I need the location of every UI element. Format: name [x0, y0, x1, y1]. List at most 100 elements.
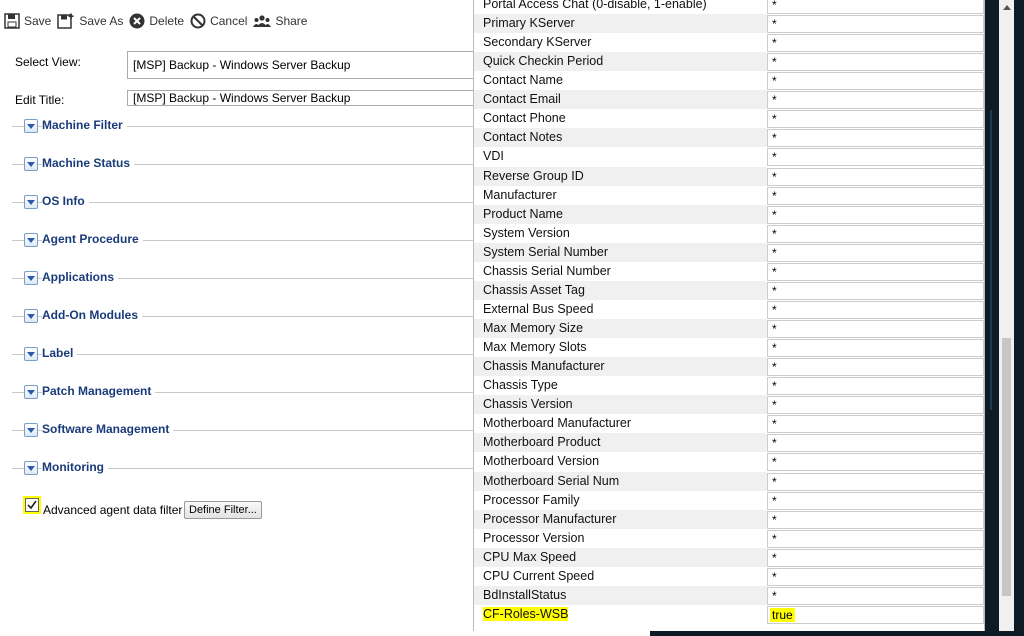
section-machine-filter[interactable]: Machine Filter	[12, 116, 474, 136]
property-value-input[interactable]: *	[767, 186, 984, 205]
property-value-input[interactable]: *	[767, 53, 984, 72]
chevron-down-icon[interactable]	[24, 233, 38, 247]
property-value-input[interactable]: *	[767, 34, 984, 53]
section-add-on-modules[interactable]: Add-On Modules	[12, 306, 474, 326]
section-patch-management[interactable]: Patch Management	[12, 382, 474, 402]
vertical-scrollbar[interactable]	[999, 0, 1014, 631]
property-value-input[interactable]: *	[767, 205, 984, 224]
property-key-text: Product Name	[483, 206, 563, 221]
chevron-down-icon[interactable]	[24, 385, 38, 399]
section-label[interactable]: Label	[12, 344, 474, 364]
property-value-input[interactable]: *	[767, 243, 984, 262]
property-row: External Bus Speed *	[474, 300, 984, 319]
property-key: Primary KServer	[474, 14, 767, 34]
property-value-input[interactable]: *	[767, 262, 984, 281]
property-value-input[interactable]: *	[767, 491, 984, 510]
property-value-text: *	[772, 322, 777, 337]
cancel-button[interactable]: Cancel	[190, 13, 247, 29]
section-os-info[interactable]: OS Info	[12, 192, 474, 212]
share-button[interactable]: Share	[253, 14, 307, 28]
delete-button[interactable]: Delete	[129, 13, 184, 29]
cancel-no-icon	[190, 13, 206, 29]
property-value-input[interactable]: *	[767, 358, 984, 377]
property-value-input[interactable]: *	[767, 567, 984, 586]
select-view-dropdown[interactable]: [MSP] Backup - Windows Server Backup	[127, 51, 474, 79]
section-agent-procedure[interactable]: Agent Procedure	[12, 230, 474, 250]
property-key: Motherboard Version	[474, 452, 767, 471]
property-value-text: true	[770, 607, 795, 622]
scrollbar-thumb[interactable]	[1002, 338, 1011, 596]
property-value-input[interactable]: *	[767, 529, 984, 548]
property-value-input[interactable]: *	[767, 548, 984, 567]
property-value-text: *	[772, 131, 777, 146]
advanced-filter-checkbox[interactable]	[25, 498, 39, 512]
property-row: Contact Notes *	[474, 128, 984, 148]
property-value-input[interactable]: *	[767, 453, 984, 472]
define-filter-button[interactable]: Define Filter...	[184, 501, 262, 519]
property-value-text: *	[772, 36, 777, 51]
property-value-input[interactable]: *	[767, 15, 984, 34]
save-as-button[interactable]: Save As	[57, 13, 123, 29]
property-row: Quick Checkin Period *	[474, 52, 984, 72]
section-applications[interactable]: Applications	[12, 268, 474, 288]
property-value-input[interactable]: *	[767, 300, 984, 319]
property-value-input[interactable]: true	[767, 605, 984, 624]
property-value-input[interactable]: *	[767, 148, 984, 167]
property-row: Primary KServer *	[474, 14, 984, 34]
property-value-text: *	[772, 379, 777, 394]
property-value-input[interactable]: *	[767, 320, 984, 339]
property-value-input[interactable]: *	[767, 129, 984, 148]
property-value-input[interactable]: *	[767, 586, 984, 605]
save-button[interactable]: Save	[4, 13, 51, 29]
section-divider	[12, 354, 474, 355]
property-value-input[interactable]: *	[767, 510, 984, 529]
property-row: Contact Name *	[474, 71, 984, 91]
chevron-down-icon[interactable]	[24, 309, 38, 323]
property-value-input[interactable]: *	[767, 377, 984, 396]
chevron-down-icon[interactable]	[24, 119, 38, 133]
property-value-text: *	[772, 264, 777, 279]
chevron-down-icon[interactable]	[24, 347, 38, 361]
chevron-down-icon[interactable]	[24, 271, 38, 285]
property-key-text: Motherboard Serial Num	[483, 473, 620, 488]
checkmark-icon	[27, 500, 37, 510]
property-key: Portal Access Chat (0-disable, 1-enable)	[474, 0, 767, 14]
property-key-text: Secondary KServer	[483, 35, 592, 50]
property-value-input[interactable]: *	[767, 415, 984, 434]
section-monitoring[interactable]: Monitoring	[12, 458, 474, 478]
chevron-down-icon[interactable]	[24, 423, 38, 437]
delete-x-circle-icon	[129, 13, 145, 29]
property-value-input[interactable]: *	[767, 0, 984, 14]
property-key: Quick Checkin Period	[474, 52, 767, 72]
property-value-input[interactable]: *	[767, 434, 984, 453]
property-row: System Serial Number *	[474, 242, 984, 262]
chevron-down-icon[interactable]	[24, 157, 38, 171]
property-value-text: *	[772, 569, 777, 584]
property-value-input[interactable]: *	[767, 110, 984, 129]
section-machine-status[interactable]: Machine Status	[12, 154, 474, 174]
property-value-text: *	[772, 493, 777, 508]
chevron-down-icon[interactable]	[24, 461, 38, 475]
property-key-text: Reverse Group ID	[483, 168, 584, 183]
property-key-text: Chassis Manufacturer	[483, 359, 605, 374]
property-key-text: BdInstallStatus	[483, 587, 567, 602]
property-key: Manufacturer	[474, 186, 767, 205]
section-software-management[interactable]: Software Management	[12, 420, 474, 440]
property-value-input[interactable]: *	[767, 72, 984, 91]
scroll-up-icon[interactable]	[999, 0, 1014, 15]
property-row: Reverse Group ID *	[474, 166, 984, 186]
property-value-input[interactable]: *	[767, 91, 984, 110]
section-title: Software Management	[42, 422, 174, 436]
property-value-input[interactable]: *	[767, 472, 984, 491]
property-key-text: Contact Phone	[483, 111, 566, 126]
property-value-input[interactable]: *	[767, 396, 984, 415]
property-value-input[interactable]: *	[767, 339, 984, 358]
property-row: Product Name *	[474, 204, 984, 224]
chevron-down-icon[interactable]	[24, 195, 38, 209]
property-row: Contact Phone *	[474, 109, 984, 129]
property-value-input[interactable]: *	[767, 167, 984, 186]
property-value-input[interactable]: *	[767, 224, 984, 243]
delete-label: Delete	[149, 14, 185, 28]
edit-title-input[interactable]: [MSP] Backup - Windows Server Backup	[127, 90, 474, 106]
property-value-input[interactable]: *	[767, 281, 984, 300]
